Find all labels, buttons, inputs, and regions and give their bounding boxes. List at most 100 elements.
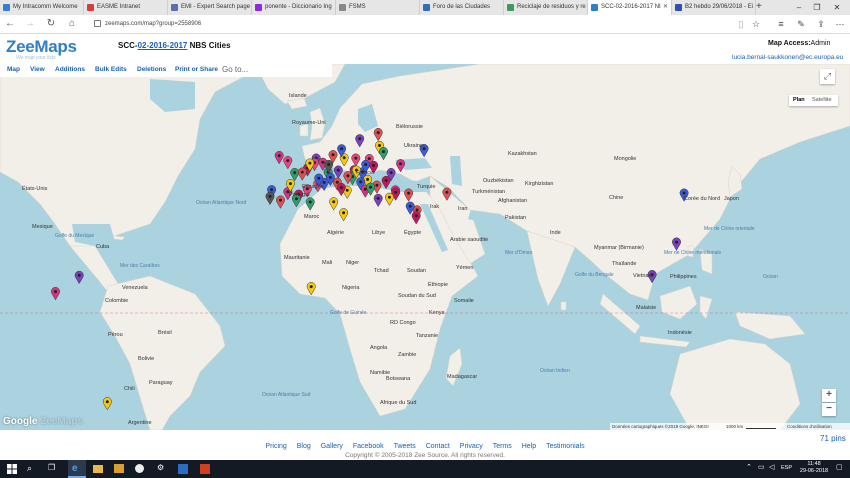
browser-tab[interactable]: EASME Intranet	[84, 0, 168, 15]
close-tab-icon[interactable]: ✕	[663, 0, 668, 15]
home-icon[interactable]: ⌂	[64, 15, 80, 33]
label-angola: Angola	[370, 345, 388, 351]
menu-map[interactable]: Map	[7, 66, 20, 73]
map-pin[interactable]	[283, 156, 293, 170]
web-note-icon[interactable]: ✎	[794, 15, 808, 33]
footer-help-link[interactable]: Help	[522, 443, 536, 450]
address-bar[interactable]: zeemaps.com/map?group=2558906	[94, 18, 724, 30]
browser-tab[interactable]: Foro de las Ciudades	[420, 0, 504, 15]
browser-nav-bar: ← → ↻ ⌂ zeemaps.com/map?group=2558906 ▯ …	[0, 15, 850, 34]
map-pin[interactable]	[265, 191, 275, 206]
label-mexico: Mexique	[32, 224, 53, 230]
label-chile: Chili	[124, 386, 135, 392]
footer-testimonials-link[interactable]: Testimonials	[546, 443, 585, 450]
label-ssudan: Soudan du Sud	[398, 293, 436, 299]
map-pin[interactable]	[274, 151, 284, 165]
search-icon[interactable]: ⌕	[27, 463, 39, 475]
pdf-app-icon[interactable]	[200, 464, 210, 474]
back-icon[interactable]: ←	[2, 15, 18, 33]
footer-facebook-link[interactable]: Facebook	[353, 443, 384, 450]
label-zambia: Zambie	[398, 352, 417, 358]
task-view-icon[interactable]: ❐	[48, 463, 60, 475]
footer-gallery-link[interactable]: Gallery	[321, 443, 343, 450]
footer-tweets-link[interactable]: Tweets	[394, 443, 416, 450]
edge-taskbar-icon[interactable]: e	[68, 460, 86, 478]
chrome-icon[interactable]	[135, 464, 144, 473]
file-explorer-icon[interactable]	[93, 465, 103, 473]
map-pin[interactable]	[297, 167, 307, 181]
group-link[interactable]: 02-2016-2017	[138, 41, 188, 50]
zoom-out-button[interactable]: −	[822, 403, 836, 416]
map-access: Map Access:Admin	[768, 40, 830, 47]
menu-view[interactable]: View	[30, 66, 45, 73]
more-icon[interactable]: ⋯	[833, 15, 847, 33]
app-launcher-icon[interactable]: ⚙	[157, 463, 169, 475]
tab-label: EASME Intranet	[97, 4, 141, 10]
label-iraq: Irak	[430, 204, 440, 210]
label-india: Inde	[550, 230, 561, 236]
menu-additions[interactable]: Additions	[55, 66, 85, 73]
tab-label: SCC-02-2016-2017 NI	[601, 4, 661, 10]
menu-bulk-edits[interactable]: Bulk Edits	[95, 66, 127, 73]
label-sudan: Soudan	[407, 268, 426, 274]
footer-terms-link[interactable]: Terms	[493, 443, 512, 450]
label-ethiopia: Éthiopie	[428, 282, 448, 288]
windows-start-icon[interactable]	[6, 463, 18, 475]
label-indian-ocean: Océan Indien	[540, 368, 570, 374]
menu-print-share[interactable]: Print or Share	[175, 66, 218, 73]
goto-search-input[interactable]: Go to...	[222, 65, 248, 74]
browser-tab[interactable]: EMI - Expert Search page	[168, 0, 252, 15]
browser-tab[interactable]: ponente - Diccionario Ing	[252, 0, 336, 15]
map-pin[interactable]	[276, 195, 285, 209]
hub-icon[interactable]: ≡	[774, 15, 788, 33]
footer-contact-link[interactable]: Contact	[426, 443, 450, 450]
label-japan: Japon	[724, 196, 739, 202]
menu-deletions[interactable]: Deletions	[137, 66, 166, 73]
map-pin[interactable]	[102, 397, 112, 411]
zeemaps-logo[interactable]: ZeeMaps	[6, 37, 77, 57]
browser-tab[interactable]: B2 hebdo 29/06/2018 - Ei	[672, 0, 756, 15]
zoom-in-button[interactable]: +	[822, 389, 836, 402]
map-type-satellite-button[interactable]: Satellite	[812, 97, 832, 103]
tab-label: EMI - Expert Search page	[181, 4, 251, 10]
map-pin[interactable]	[74, 270, 84, 285]
footer-blog-link[interactable]: Blog	[297, 443, 311, 450]
browser-tab[interactable]: Reciclaje de residuos y re	[504, 0, 588, 15]
map-terms-link[interactable]: Conditions d'utilisation	[787, 424, 832, 429]
tab-favicon-icon	[675, 4, 682, 11]
user-email-link[interactable]: lucia.bernal-saukkonen@ec.europa.eu	[732, 54, 843, 61]
notifications-icon[interactable]: ▢	[836, 463, 848, 475]
tray-up-icon[interactable]: ⌃	[746, 463, 758, 475]
forward-icon[interactable]: →	[22, 15, 38, 33]
label-chad: Tchad	[374, 268, 389, 274]
favorite-star-icon[interactable]: ☆	[749, 15, 763, 33]
map-type-plan-button[interactable]: Plan	[793, 97, 805, 103]
fullscreen-icon[interactable]: ⤢	[820, 69, 835, 84]
label-atlantic-north: Océan Atlantique Nord	[196, 200, 247, 206]
maximize-button[interactable]: ❐	[810, 0, 824, 15]
close-window-button[interactable]: ✕	[830, 0, 844, 15]
browser-tab[interactable]: SCC-02-2016-2017 NI ✕	[588, 0, 672, 15]
volume-icon[interactable]: ◁	[769, 463, 781, 475]
input-language[interactable]: ESP	[781, 465, 792, 471]
map-canvas[interactable]	[0, 64, 850, 430]
minimize-button[interactable]: –	[792, 0, 806, 15]
label-madagascar: Madagascar	[447, 374, 478, 380]
map-pin[interactable]	[290, 168, 300, 182]
system-clock[interactable]: 11:48 29-06-2018	[794, 461, 834, 475]
map-scale: 1000 km	[726, 424, 744, 429]
browser-tab[interactable]: My Intracomm Welcome	[0, 0, 84, 15]
label-caribbean: Mer des Caraïbes	[120, 263, 160, 269]
map-pin[interactable]	[51, 287, 60, 301]
refresh-icon[interactable]: ↻	[43, 15, 59, 33]
label-mongolia: Mongolie	[614, 156, 637, 162]
browser-tab[interactable]: FSMS	[336, 0, 420, 15]
new-tab-button[interactable]: +	[756, 0, 762, 15]
share-icon[interactable]: ⇪	[814, 15, 828, 33]
app-icon[interactable]	[114, 464, 124, 473]
outlook-icon[interactable]	[178, 464, 188, 474]
reading-view-icon[interactable]: ▯	[734, 15, 748, 33]
footer-pricing-link[interactable]: Pricing	[265, 443, 286, 450]
footer-privacy-link[interactable]: Privacy	[460, 443, 483, 450]
label-belarus: Biélorussie	[396, 124, 423, 130]
